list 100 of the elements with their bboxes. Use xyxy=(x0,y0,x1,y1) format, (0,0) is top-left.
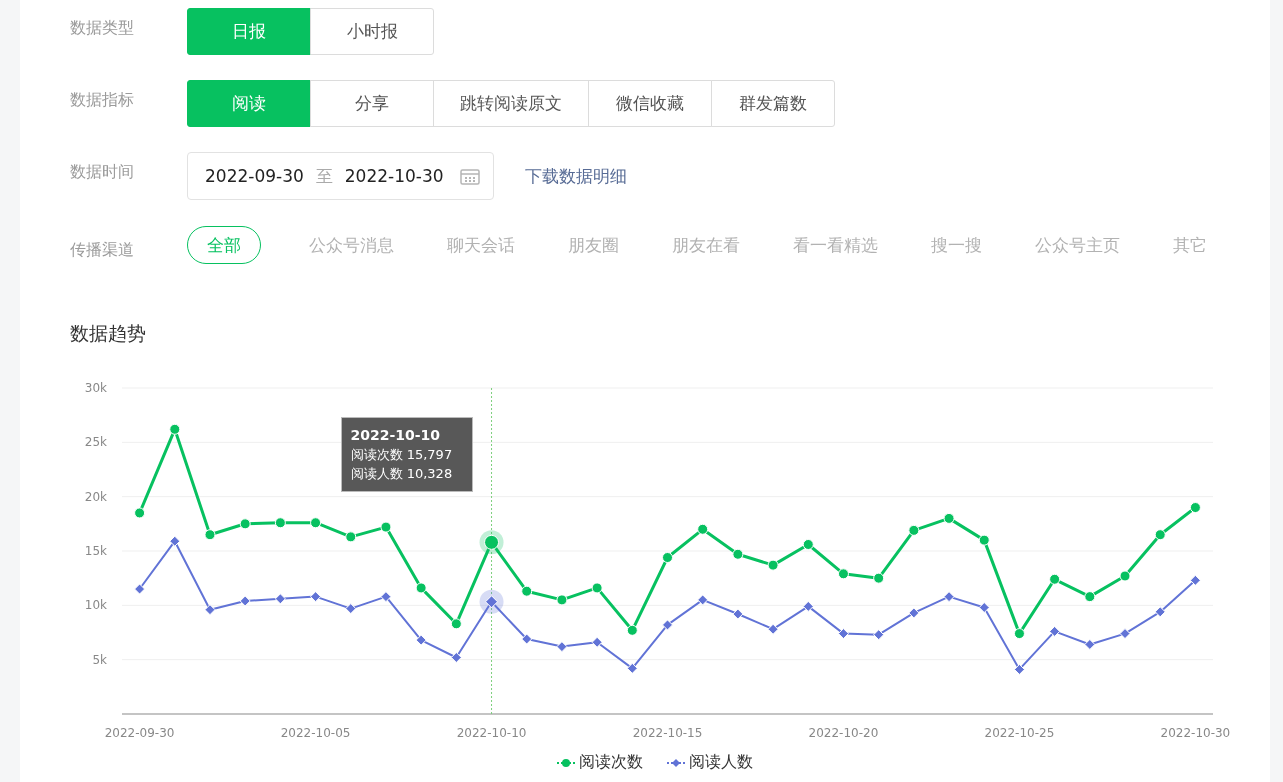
channel-tab[interactable]: 聊天会话 xyxy=(442,226,520,264)
data-point xyxy=(943,512,955,524)
data-point xyxy=(662,619,673,631)
data-point xyxy=(310,591,322,603)
date-range-field[interactable]: 2022-09-30 至 2022-10-30 xyxy=(187,152,494,200)
calendar-icon xyxy=(460,167,480,185)
channel-tab[interactable]: 其它 xyxy=(1168,226,1212,264)
tooltip-date: 2022-10-10 xyxy=(350,426,442,445)
diamond-marker-icon xyxy=(667,757,685,768)
data-point xyxy=(697,594,709,606)
data-point xyxy=(978,602,990,613)
segment-button[interactable]: 群发篇数 xyxy=(711,79,835,127)
x-axis-label: 2022-10-10 xyxy=(456,726,527,740)
data-point xyxy=(1119,628,1131,640)
data-point xyxy=(697,523,709,535)
download-link[interactable]: 下载数据明细 xyxy=(525,164,627,188)
data-point xyxy=(345,603,357,615)
data-point xyxy=(837,628,849,640)
data-point xyxy=(169,535,181,547)
channel-tab[interactable]: 看一看精选 xyxy=(788,226,883,264)
segment-button[interactable]: 跳转阅读原文 xyxy=(433,79,589,127)
data-point xyxy=(873,572,885,584)
x-axis-label: 2022-10-15 xyxy=(632,726,703,740)
data-point xyxy=(1049,625,1061,637)
data-point xyxy=(134,507,146,519)
data-point xyxy=(626,624,638,636)
data-point xyxy=(415,582,427,594)
segment-button[interactable]: 小时报 xyxy=(310,7,434,55)
data-point xyxy=(1084,591,1096,603)
data-point xyxy=(485,595,499,609)
data-point xyxy=(767,559,779,571)
data-point xyxy=(450,652,462,663)
filter-label: 数据类型 xyxy=(70,17,135,39)
segment-button[interactable]: 阅读 xyxy=(187,79,311,127)
data-point xyxy=(1154,606,1166,618)
segment-button[interactable]: 分享 xyxy=(310,79,434,127)
data-point xyxy=(169,423,181,435)
data-point xyxy=(591,582,603,594)
data-point xyxy=(1189,502,1201,514)
data-point xyxy=(626,662,638,674)
data-point xyxy=(134,583,146,595)
x-axis-label: 2022-09-30 xyxy=(104,726,175,740)
data-point xyxy=(345,531,357,543)
data-point xyxy=(521,633,533,645)
channel-tab[interactable]: 朋友圈 xyxy=(563,226,624,264)
tooltip-row-text: 阅读人数 10,328 xyxy=(350,465,454,483)
legend-label: 阅读次数 xyxy=(579,752,643,773)
data-point xyxy=(1049,573,1061,585)
segment-button[interactable]: 日报 xyxy=(187,7,311,55)
data-point xyxy=(239,518,251,530)
x-axis-label: 2022-10-05 xyxy=(280,726,351,740)
data-point xyxy=(556,594,568,606)
channel-tab[interactable]: 搜一搜 xyxy=(926,226,987,264)
y-axis-label: 15k xyxy=(84,544,107,558)
x-axis-label: 2022-10-20 xyxy=(808,726,879,740)
data-point xyxy=(662,552,673,563)
legend-label: 阅读人数 xyxy=(689,752,753,773)
y-axis-label: 20k xyxy=(84,489,107,504)
filter-label: 数据时间 xyxy=(70,161,135,183)
data-point xyxy=(1154,529,1166,541)
data-point xyxy=(239,595,251,607)
tooltip-row-text: 阅读次数 15,797 xyxy=(350,446,454,464)
segment-button[interactable]: 微信收藏 xyxy=(588,79,712,127)
data-point xyxy=(380,591,392,603)
filter-label: 传播渠道 xyxy=(70,239,135,261)
data-point xyxy=(274,593,286,605)
circle-marker-icon xyxy=(557,757,575,768)
legend-item[interactable]: 阅读次数 xyxy=(557,752,643,773)
y-axis-label: 10k xyxy=(84,598,107,613)
y-axis-label: 25k xyxy=(84,435,107,450)
data-point xyxy=(767,623,779,635)
data-point xyxy=(274,517,286,529)
x-axis-label: 2022-10-30 xyxy=(1160,726,1231,740)
data-point xyxy=(204,529,216,541)
data-point xyxy=(1119,570,1131,582)
data-point xyxy=(1189,574,1201,586)
section-title: 数据趋势 xyxy=(70,321,147,346)
data-point xyxy=(732,608,744,620)
data-point xyxy=(837,568,849,580)
data-point xyxy=(1013,663,1025,675)
data-point xyxy=(204,604,216,616)
data-point xyxy=(802,600,814,612)
data-point xyxy=(943,591,955,603)
data-point xyxy=(1084,638,1096,650)
y-axis-label: 5k xyxy=(92,652,107,667)
data-point xyxy=(908,524,920,536)
data-point xyxy=(415,634,427,646)
data-point xyxy=(802,539,814,550)
channel-tab[interactable]: 公众号消息 xyxy=(304,226,399,264)
data-point xyxy=(1013,628,1025,640)
data-point xyxy=(978,534,990,546)
data-point xyxy=(484,534,500,550)
channel-tab[interactable]: 朋友在看 xyxy=(667,226,745,264)
data-point xyxy=(380,521,392,533)
data-point xyxy=(591,636,603,648)
legend-item[interactable]: 阅读人数 xyxy=(667,752,753,773)
channel-tab[interactable]: 公众号主页 xyxy=(1030,226,1125,264)
data-point xyxy=(732,548,744,560)
data-point xyxy=(310,517,322,529)
y-axis-label: 30k xyxy=(84,381,107,395)
